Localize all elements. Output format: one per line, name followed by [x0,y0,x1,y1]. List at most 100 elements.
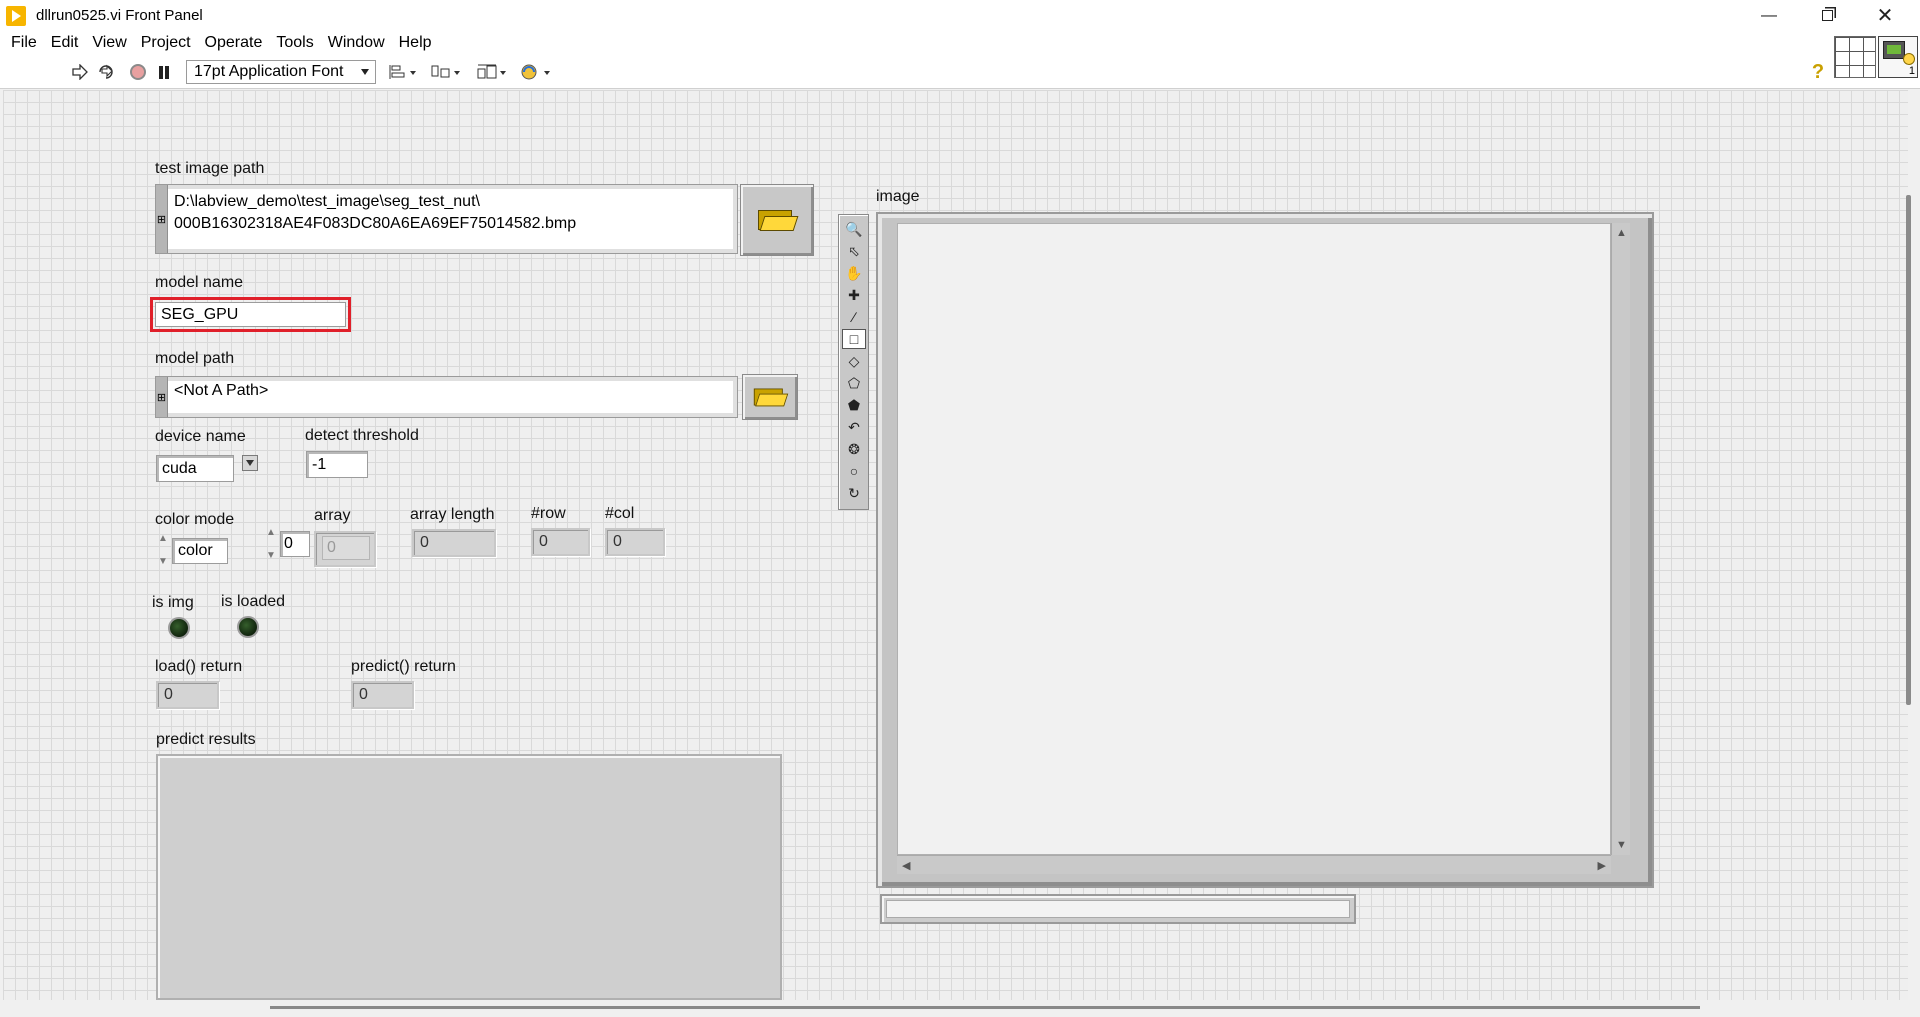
image-label: image [876,188,920,205]
hand-icon: ✋ [845,264,863,281]
model-name-field[interactable]: SEG_GPU [155,302,346,327]
image-horizontal-scrollbar[interactable]: ◀ ▶ [897,855,1611,874]
point-tool[interactable]: ✚ [842,285,866,305]
model-path-browse-button[interactable] [742,374,798,420]
menu-file[interactable]: File [4,31,44,54]
freehand-region-tool[interactable]: ❂ [842,439,866,459]
predict-return-label: predict() return [351,658,456,675]
menu-tools[interactable]: Tools [269,31,320,54]
chevron-down-icon [361,69,369,75]
scroll-up-icon[interactable]: ▲ [1616,227,1627,239]
menu-help[interactable]: Help [392,31,439,54]
pan-tool[interactable]: ✋ [842,263,866,283]
polygon-tool[interactable]: ⬟ [842,395,866,415]
detect-threshold-value: -1 [312,456,327,473]
abort-button[interactable] [128,61,148,83]
scroll-left-icon[interactable]: ◀ [902,859,910,872]
freehand-region-icon: ❂ [848,440,860,457]
spinner-up-icon: ▲ [158,533,168,544]
rectangle-tool[interactable]: □ [842,329,866,349]
rotated-rectangle-tool[interactable]: ◇ [842,351,866,371]
array-index-field[interactable]: 0 [280,531,310,557]
font-select[interactable]: 17pt Application Font [186,60,376,84]
spiral-tool[interactable]: ↻ [842,483,866,503]
predict-results-label: predict results [156,731,256,748]
run-continuously-icon [99,64,113,79]
image-status-text [886,900,1350,918]
resize-objects-button[interactable] [476,61,508,83]
run-arrow-icon [72,64,88,80]
color-mode-field[interactable]: color [172,538,228,564]
is-img-led[interactable] [168,617,190,639]
test-image-browse-button[interactable] [740,184,814,256]
folder-open-icon [753,387,789,407]
vi-icon[interactable]: 1 [1878,36,1918,78]
close-icon: ✕ [1876,5,1894,27]
help-button[interactable]: ? [1808,61,1828,83]
load-return-value: 0 [164,686,173,703]
font-select-value: 17pt Application Font [194,63,344,80]
menu-view[interactable]: View [85,31,133,54]
col-count-indicator: 0 [605,528,665,556]
model-path-label: model path [155,350,235,367]
pause-button[interactable] [154,61,174,83]
distribute-objects-button[interactable] [430,61,462,83]
restore-button[interactable] [1798,0,1856,31]
connector-pane[interactable] [1834,36,1876,78]
predict-return-value: 0 [359,686,368,703]
image-display[interactable] [897,223,1611,855]
folder-open-icon [758,208,799,232]
circle-icon: ○ [849,463,859,479]
align-objects-button[interactable] [388,61,418,83]
is-loaded-led[interactable] [237,616,259,638]
reorder-button[interactable] [520,61,552,83]
test-image-path-control[interactable]: ⊞ D:\labview_demo\test_image\seg_test_nu… [155,184,738,254]
test-image-path-line1: D:\labview_demo\test_image\seg_test_nut\ [174,193,480,210]
menu-edit[interactable]: Edit [44,31,86,54]
model-path-control[interactable]: ⊞ <Not A Path> [155,376,738,418]
array-index-spinner[interactable]: ▲ ▼ [264,527,278,561]
image-vertical-scrollbar[interactable]: ▲ ▼ [1611,223,1630,855]
col-count-label: #col [605,505,635,522]
spinner-down-icon: ▼ [158,556,168,567]
pentagon-outline-icon: ⬠ [847,374,861,391]
path-badge-icon: ⊞ [156,185,168,253]
align-objects-icon [389,65,416,79]
zoom-tool[interactable]: 🔍 [842,219,866,239]
test-image-path-line2: 000B16302318AE4F083DC80A6EA69EF75014582.… [174,215,577,232]
spinner-up-icon: ▲ [266,527,276,538]
annulus-tool[interactable]: ⬠ [842,373,866,393]
load-return-label: load() return [155,658,243,675]
close-button[interactable]: ✕ [1856,0,1914,31]
path-badge-icon: ⊞ [156,377,168,417]
minimize-button[interactable]: — [1740,0,1798,31]
load-return-indicator: 0 [156,681,219,709]
menu-bar: File Edit View Project Operate Tools Win… [0,31,1920,54]
array-length-value: 0 [420,534,429,551]
device-name-dropdown-button[interactable] [242,455,258,471]
panel-vertical-scrollbar[interactable] [1906,195,1911,705]
scroll-down-icon[interactable]: ▼ [1616,839,1627,851]
freehand-line-tool[interactable]: ↶ [842,417,866,437]
panel-horizontal-scrollbar[interactable] [270,1006,1700,1009]
run-button[interactable] [70,61,90,83]
line-tool[interactable]: ∕ [842,307,866,327]
menu-project[interactable]: Project [134,31,198,54]
color-mode-spinner[interactable]: ▲ ▼ [156,533,170,567]
device-name-label: device name [155,428,246,445]
array-element-indicator: 0 [314,531,376,567]
oval-tool[interactable]: ○ [842,461,866,481]
detect-threshold-field[interactable]: -1 [306,451,368,478]
run-continuously-button[interactable] [96,61,118,83]
predict-results-display[interactable] [156,754,782,1000]
device-name-field[interactable]: cuda [156,455,234,482]
array-length-label: array length [410,506,495,523]
color-mode-value: color [178,542,213,559]
row-count-value: 0 [539,533,548,550]
selection-tool[interactable]: ⬁ [842,241,866,261]
vi-icon-screen [1883,41,1905,59]
scroll-right-icon[interactable]: ▶ [1598,859,1606,872]
menu-window[interactable]: Window [321,31,392,54]
is-img-label: is img [152,594,194,611]
menu-operate[interactable]: Operate [198,31,270,54]
